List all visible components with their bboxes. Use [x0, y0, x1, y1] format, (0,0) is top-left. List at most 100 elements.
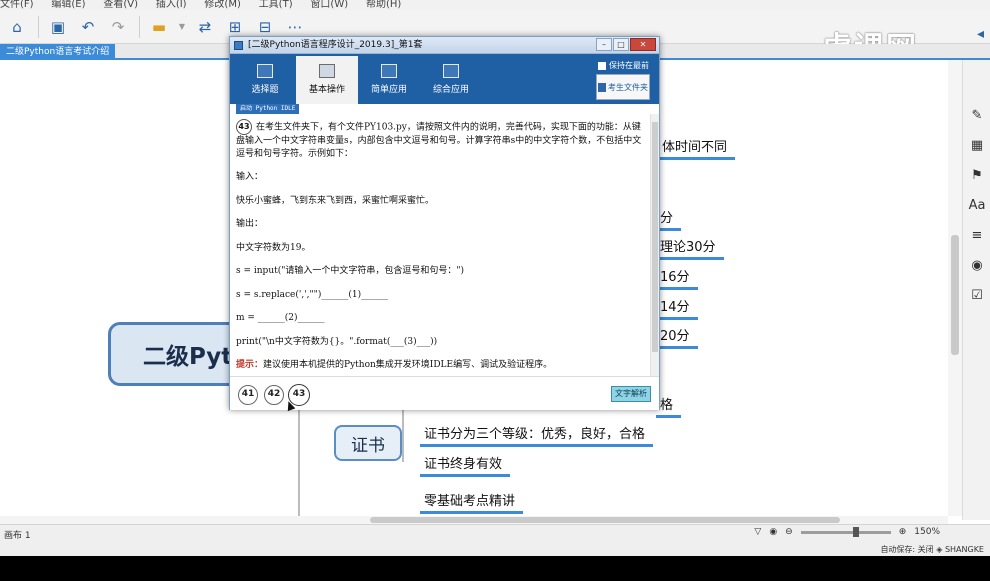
redo-icon[interactable]: ↷: [107, 16, 129, 38]
insert-topic-icon[interactable]: ▬: [148, 16, 170, 38]
vertical-scrollbar[interactable]: [948, 60, 962, 516]
topic-underline: [420, 444, 654, 447]
undo-icon[interactable]: ↶: [77, 16, 99, 38]
leaf-topic[interactable]: 证书分为三个等级：优秀，良好，合格: [420, 423, 654, 447]
window-title: [二级Python语言程序设计_2019.3]_第1套: [248, 40, 423, 50]
summary-icon[interactable]: ⊟: [254, 16, 276, 38]
tab-choice[interactable]: 选择题: [234, 56, 296, 104]
image-icon[interactable]: ▦: [963, 130, 990, 160]
leaf-topic[interactable]: 证书终身有效: [420, 453, 511, 477]
topic-underline: [658, 157, 736, 160]
leaf-topic[interactable]: 14分: [656, 296, 698, 320]
structure-icon[interactable]: ⊞: [224, 16, 246, 38]
exam-window: [二级Python语言程序设计_2019.3]_第1套 – □ ✕ 选择题 基本…: [229, 36, 660, 410]
tab-simple[interactable]: 简单应用: [358, 56, 420, 104]
launch-idle-button[interactable]: 启动 Python IDLE: [236, 104, 300, 114]
menu-view[interactable]: 查看(V): [103, 0, 138, 10]
idle-bar: 启动 Python IDLE: [230, 104, 659, 114]
zoom-slider-knob[interactable]: [852, 526, 859, 537]
leaf-topic[interactable]: 16分: [656, 266, 698, 290]
pin-checkbox[interactable]: [598, 61, 606, 70]
tab-basic[interactable]: 基本操作: [296, 56, 358, 104]
horizontal-scrollbar[interactable]: [0, 516, 948, 524]
share-icon[interactable]: ◂: [977, 26, 984, 42]
code-line: print("\n中文字符数为{}。".format(___(3)___)): [236, 336, 438, 347]
topic-underline: [656, 257, 724, 260]
scrollbar-thumb[interactable]: [370, 517, 840, 523]
output-example: 中文字符数为19。: [236, 242, 311, 253]
topic-underline: [656, 317, 698, 320]
question-scrollbar[interactable]: [650, 114, 659, 376]
document-tab[interactable]: 二级Python语言考试介绍: [0, 44, 116, 60]
flag-icon[interactable]: ⚑: [963, 160, 990, 190]
dropdown-arrow-icon[interactable]: ▼: [178, 16, 186, 38]
top-right-tools: ◂: [977, 26, 984, 42]
style-icon[interactable]: ✎: [963, 100, 990, 130]
menu-bar: 文件(F) 编辑(E) 查看(V) 插入(I) 修改(M) 工具(T) 窗口(W…: [0, 0, 990, 10]
menu-insert[interactable]: 插入(I): [156, 0, 187, 10]
right-sidebar: ✎ ▦ ⚑ Aa ≡ ◉ ☑: [962, 60, 990, 520]
text-analysis-button[interactable]: 文字解析: [611, 386, 651, 402]
relationship-icon[interactable]: ⇄: [194, 16, 216, 38]
save-icon[interactable]: ▣: [47, 16, 69, 38]
topic-underline: [420, 474, 511, 477]
leaf-topic[interactable]: 20分: [656, 325, 698, 349]
question-nav-41[interactable]: 41: [238, 385, 258, 405]
more-icon[interactable]: ⋯: [284, 16, 306, 38]
leaf-topic[interactable]: 格: [656, 394, 682, 418]
output-label: 输出：: [236, 219, 264, 229]
text-icon[interactable]: Aa: [963, 190, 990, 220]
zoom-slider[interactable]: [800, 526, 891, 537]
question-content: 43 在考生文件夹下，有个文件PY103.py，请按照文件内的说明，完善代码，实现…: [230, 114, 650, 374]
exam-folder-button[interactable]: 考生文件夹: [596, 74, 650, 100]
folder-icon: [598, 82, 606, 92]
autosave-status: 自动保存: 关闭 ◈ SHANGKE: [880, 545, 984, 554]
code-line: s = s.replace(',',"")______(1)______: [236, 289, 389, 300]
canvas-label: 画布 1: [4, 531, 31, 541]
minimize-button[interactable]: –: [596, 38, 612, 51]
leaf-topic[interactable]: 理论30分: [656, 236, 724, 260]
leaf-topic[interactable]: 体时间不同: [658, 136, 736, 160]
menu-tools[interactable]: 工具(T): [259, 0, 293, 10]
menu-file[interactable]: 文件(F): [0, 0, 34, 10]
menu-window[interactable]: 窗口(W): [310, 0, 348, 10]
topic-certificate[interactable]: 证书: [334, 425, 402, 461]
filter-icon[interactable]: ▽: [754, 527, 761, 537]
scrollbar-thumb[interactable]: [652, 122, 658, 352]
task-icon[interactable]: ☑: [963, 280, 990, 310]
menu-help[interactable]: 帮助(H): [366, 0, 401, 10]
window-titlebar[interactable]: [二级Python语言程序设计_2019.3]_第1套 – □ ✕: [230, 37, 659, 54]
zoom-out-icon[interactable]: ⊖: [785, 527, 793, 537]
chart-icon: [381, 64, 397, 78]
eye-icon[interactable]: ◉: [769, 527, 777, 537]
menu-modify[interactable]: 修改(M): [204, 0, 240, 10]
exam-toolbar: 选择题 基本操作 简单应用 综合应用 保持在最前 考生文件夹: [230, 54, 659, 104]
input-label: 输入：: [236, 172, 264, 182]
close-button[interactable]: ✕: [630, 38, 656, 51]
zoom-level: 150%: [914, 527, 940, 537]
question-nav-42[interactable]: 42: [264, 385, 284, 405]
pin-on-top[interactable]: 保持在最前: [598, 60, 649, 71]
scrollbar-thumb[interactable]: [951, 235, 959, 355]
maximize-button[interactable]: □: [613, 38, 629, 51]
leaf-topic[interactable]: 分: [656, 207, 682, 231]
document-icon: [257, 64, 273, 78]
app-icon: [234, 41, 243, 50]
status-bar-secondary: 自动保存: 关闭 ◈ SHANGKE: [0, 542, 990, 556]
code-line: s = input("请输入一个中文字符串，包含逗号和句号："): [236, 266, 465, 276]
home-icon[interactable]: ⌂: [6, 16, 28, 38]
window-controls: – □ ✕: [596, 38, 656, 51]
hint-label: 提示：: [236, 360, 264, 370]
question-number-badge: 43: [236, 119, 252, 135]
tab-comprehensive[interactable]: 综合应用: [420, 56, 482, 104]
topic-underline: [656, 415, 682, 418]
comment-icon[interactable]: ◉: [963, 250, 990, 280]
hint-paragraph: 提示：建议使用本机提供的Python集成开发环境IDLE编写、调试及验证程序。: [236, 360, 553, 370]
input-example: 快乐小蜜蜂，飞到东来飞到西，采蜜忙啊采蜜忙。: [236, 195, 435, 206]
notes-icon[interactable]: ≡: [963, 220, 990, 250]
zoom-in-icon[interactable]: ⊕: [899, 527, 907, 537]
question-paragraph: 43 在考生文件夹下，有个文件PY103.py，请按照文件内的说明，完善代码，实现…: [236, 119, 644, 160]
leaf-topic[interactable]: 零基础考点精讲: [420, 490, 524, 514]
menu-edit[interactable]: 编辑(E): [51, 0, 85, 10]
monitor-icon: [443, 64, 459, 78]
